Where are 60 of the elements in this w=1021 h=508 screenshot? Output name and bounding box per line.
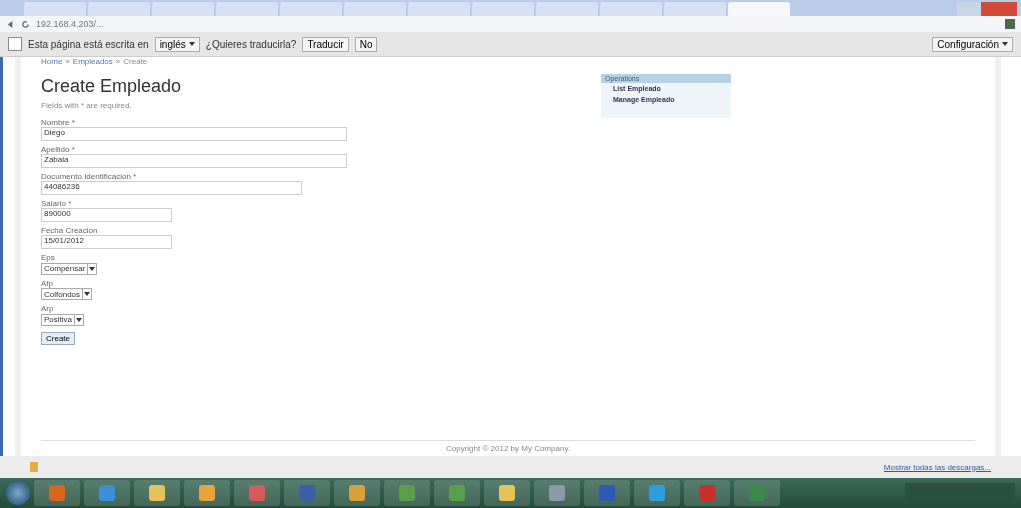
select-dropdown[interactable]: Positiva bbox=[41, 313, 84, 326]
taskbar-app-button[interactable] bbox=[34, 480, 80, 506]
browser-tab[interactable] bbox=[536, 2, 598, 16]
start-icon[interactable] bbox=[6, 481, 30, 505]
window-controls[interactable] bbox=[957, 2, 1017, 16]
browser-tab[interactable] bbox=[728, 2, 790, 16]
taskbar-app-button[interactable] bbox=[84, 480, 130, 506]
field-label: Arp bbox=[41, 304, 55, 313]
reload-icon[interactable] bbox=[21, 19, 30, 29]
taskbar-app-button[interactable] bbox=[434, 480, 480, 506]
taskbar-app-button[interactable] bbox=[384, 480, 430, 506]
field-label: Salario * bbox=[41, 199, 73, 208]
page-title: Create Empleado bbox=[41, 76, 183, 97]
browser-tab[interactable] bbox=[88, 2, 150, 16]
input-field[interactable]: Zabala bbox=[41, 154, 347, 168]
browser-tab[interactable] bbox=[216, 2, 278, 16]
select-dropdown[interactable]: Compensar bbox=[41, 262, 98, 275]
taskbar-app-button[interactable] bbox=[134, 480, 180, 506]
field-label: Nombre * bbox=[41, 118, 76, 127]
browser-tab[interactable] bbox=[472, 2, 534, 16]
field-label: Eps bbox=[41, 253, 56, 262]
input-field[interactable]: Diego bbox=[41, 127, 347, 141]
download-file-icon[interactable] bbox=[30, 462, 38, 472]
taskbar-app-button[interactable] bbox=[534, 480, 580, 506]
settings-dropdown[interactable]: Configuración bbox=[932, 36, 1013, 52]
taskbar-app-button[interactable] bbox=[634, 480, 680, 506]
create-button[interactable]: Create bbox=[41, 331, 75, 345]
translate-question: ¿Quieres traducirla? bbox=[205, 38, 297, 50]
translate-button[interactable]: Traducir bbox=[302, 36, 349, 52]
translate-button[interactable]: No bbox=[354, 36, 378, 52]
field-label: Documento Identificacion * bbox=[41, 172, 138, 181]
back-icon[interactable] bbox=[6, 19, 15, 29]
extension-icon[interactable] bbox=[1005, 19, 1015, 29]
input-field[interactable]: 890000 bbox=[41, 208, 172, 222]
taskbar-app-button[interactable] bbox=[234, 480, 280, 506]
taskbar-app-button[interactable] bbox=[334, 480, 380, 506]
current-page-label: Create bbox=[123, 57, 148, 66]
browser-tab[interactable] bbox=[408, 2, 470, 16]
taskbar-app-button[interactable] bbox=[484, 480, 530, 506]
taskbar-app-button[interactable] bbox=[734, 480, 780, 506]
input-field[interactable]: 15/01/2012 bbox=[41, 235, 172, 249]
translate-message: Esta página está escrita en bbox=[28, 38, 149, 50]
breadcrumb-separator: » bbox=[65, 57, 70, 66]
required-note: Fields with * are required. bbox=[41, 101, 133, 110]
taskbar-app-button[interactable] bbox=[184, 480, 230, 506]
field-label: Afp bbox=[41, 278, 54, 288]
input-field[interactable]: 44086236 bbox=[41, 181, 302, 195]
browser-tab[interactable] bbox=[280, 2, 342, 16]
field-label: Fecha Creacion bbox=[41, 226, 99, 235]
select-dropdown[interactable]: Colfondos bbox=[41, 288, 93, 300]
field-label: Apellido * bbox=[41, 145, 76, 154]
breadcrumb-separator: » bbox=[115, 57, 121, 66]
language-dropdown[interactable]: inglés bbox=[154, 36, 200, 52]
browser-tab[interactable] bbox=[600, 2, 662, 16]
breadcrumb-link[interactable]: Home bbox=[41, 57, 63, 66]
breadcrumb-link[interactable]: Empleados bbox=[72, 57, 113, 66]
browser-tab[interactable] bbox=[344, 2, 406, 16]
show-downloads-link[interactable]: Mostrar todas las descargas... bbox=[883, 462, 991, 472]
browser-tab[interactable] bbox=[152, 2, 214, 16]
browser-tab[interactable] bbox=[664, 2, 726, 16]
